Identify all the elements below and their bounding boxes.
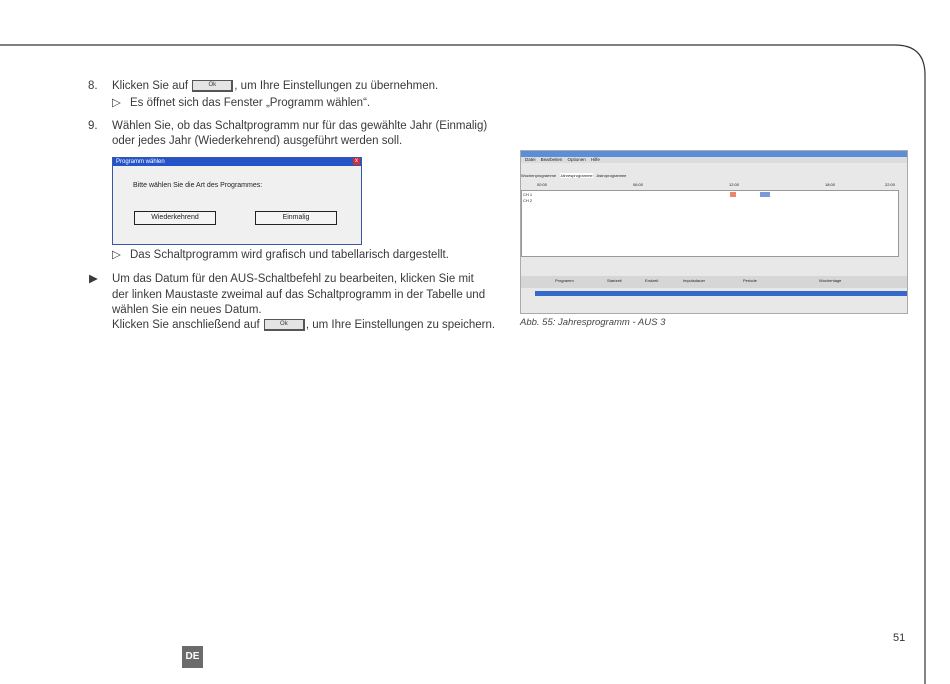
time-label: 00:00 <box>537 182 548 187</box>
column-header: Startzeit <box>607 278 622 283</box>
off-marker <box>760 192 770 197</box>
time-label: 22:00 <box>885 182 896 187</box>
selected-table-row <box>535 291 907 296</box>
once-button: Einmalig <box>255 211 337 225</box>
dialog-title-bar: Programm wählen x <box>113 158 361 166</box>
channel-label: CH 1 <box>523 192 533 197</box>
program-select-dialog: Programm wählen x Bitte wählen Sie die A… <box>112 157 362 245</box>
result-text: Es öffnet sich das Fenster „Programm wäh… <box>130 97 371 109</box>
time-axis: 00:00 06:00 12:00 18:00 22:00 <box>521 182 907 189</box>
menu-item: Bearbeiten <box>540 157 563 162</box>
step-number: 8. <box>88 80 98 92</box>
dialog-message: Bitte wählen Sie die Art des Programmes: <box>133 182 263 189</box>
column-header: Impulsdauer <box>683 278 706 283</box>
tab-astro: Astroprogramme <box>596 173 627 178</box>
column-header: Wochentage <box>819 278 842 283</box>
ok-button-image: Ok <box>192 79 234 92</box>
close-icon: x <box>353 158 360 165</box>
step-text: der linken Maustaste zweimal auf das Sch… <box>112 289 486 301</box>
time-label: 06:00 <box>633 182 644 187</box>
bullet-marker: ▶ <box>89 273 98 285</box>
tab-annual: Jahresprogramme <box>560 173 593 178</box>
figure-caption: Abb. 55: Jahresprogramm - AUS 3 <box>520 317 666 328</box>
step-text: Klicken Sie auf <box>112 80 189 92</box>
time-label: 12:00 <box>729 182 740 187</box>
annual-program-screenshot: Datei Bearbeiten Optionen Hilfe Wochenpr… <box>520 150 908 314</box>
column-header: Periode <box>743 278 757 283</box>
column-header: Programm <box>555 278 574 283</box>
tab-weekly: Wochenprogramme <box>521 173 557 178</box>
menu-bar: Datei Bearbeiten Optionen Hilfe <box>521 157 907 163</box>
column-header: Endzeit <box>645 278 659 283</box>
step-text: , um Ihre Einstellungen zu übernehmen. <box>234 80 439 92</box>
step-number: 9. <box>88 120 98 132</box>
step-text: , um Ihre Einstellungen zu speichern. <box>305 319 496 331</box>
step-text: Klicken Sie anschließend auf <box>112 319 260 331</box>
menu-item: Optionen <box>567 157 586 162</box>
result-marker: ▷ <box>112 249 121 261</box>
dialog-title: Programm wählen <box>116 159 165 165</box>
language-badge: DE <box>182 646 203 668</box>
result-text: Das Schaltprogramm wird grafisch und tab… <box>130 249 449 261</box>
step-text: Wählen Sie, ob das Schaltprogramm nur fü… <box>112 120 488 132</box>
step-text: oder jedes Jahr (Wiederkehrend) ausgefüh… <box>112 135 403 147</box>
on-marker <box>730 192 736 197</box>
step-text: wählen Sie ein neues Datum. <box>112 304 262 316</box>
ok-button-image: Ok <box>263 318 305 331</box>
menu-item: Datei <box>525 157 536 162</box>
channel-label: CH 2 <box>523 198 533 203</box>
tab-strip: Wochenprogramme Jahresprogramme Astropro… <box>521 173 626 179</box>
schedule-grid: CH 1 CH 2 <box>521 190 899 257</box>
menu-item: Hilfe <box>590 157 600 162</box>
result-marker: ▷ <box>112 97 121 109</box>
step-text: Um das Datum für den AUS-Schaltbefehl zu… <box>112 273 474 285</box>
recurring-button: Wiederkehrend <box>134 211 216 225</box>
program-table-header: Programm Startzeit Endzeit Impulsdauer P… <box>521 276 907 288</box>
time-label: 18:00 <box>825 182 836 187</box>
page-number: 51 <box>893 632 906 644</box>
